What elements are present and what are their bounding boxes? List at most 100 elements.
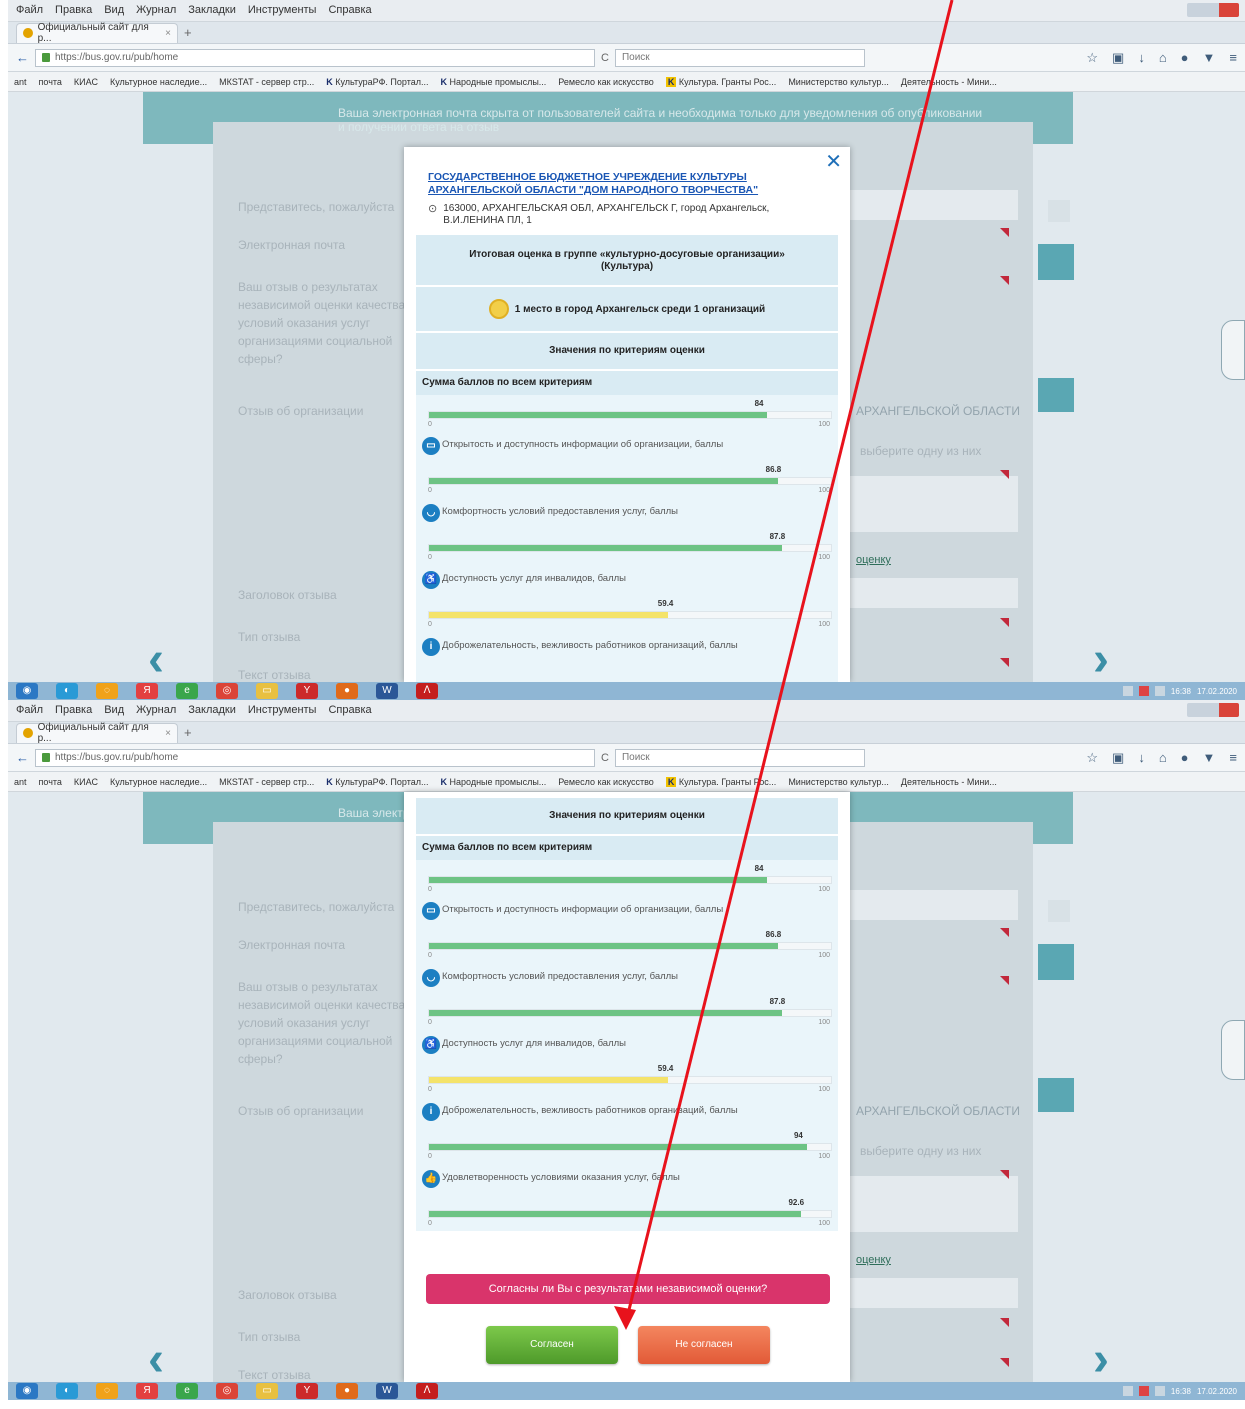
side-widget-icon[interactable] (1221, 320, 1245, 380)
sync-icon[interactable]: ● (1181, 750, 1189, 766)
taskbar-app-icon[interactable]: ◌ (96, 683, 118, 699)
bookmark[interactable]: Культурное наследие... (110, 777, 207, 787)
close-tab-icon[interactable]: × (165, 28, 171, 39)
menu-icon[interactable]: ≡ (1229, 50, 1237, 66)
yandex-browser-icon[interactable]: Y (296, 683, 318, 699)
menu-edit[interactable]: Правка (55, 4, 92, 17)
back-icon[interactable]: ← (16, 750, 29, 765)
back-icon[interactable]: ← (16, 50, 29, 65)
home-icon[interactable]: ⌂ (1159, 750, 1167, 766)
close-tab-icon[interactable]: × (165, 728, 171, 739)
bookmark[interactable]: K Культура. Гранты Рос... (665, 76, 776, 87)
reload-icon[interactable]: C (601, 752, 609, 764)
bookmark[interactable]: K Народные промыслы... (441, 777, 547, 787)
menu-view[interactable]: Вид (104, 704, 124, 717)
menu-tools[interactable]: Инструменты (248, 704, 317, 717)
menu-help[interactable]: Справка (328, 704, 371, 717)
tray-icon[interactable] (1138, 686, 1149, 696)
download-icon[interactable]: ↓ (1138, 750, 1145, 766)
firefox-icon[interactable]: ● (336, 683, 358, 699)
bookmark[interactable]: Деятельность - Мини... (901, 777, 997, 787)
yandex-icon[interactable]: Я (136, 1383, 158, 1399)
agree-button[interactable]: Согласен (486, 1326, 618, 1364)
bookmark[interactable]: Ремесло как искусство (558, 77, 654, 87)
start-icon[interactable]: ◉ (16, 1383, 38, 1399)
bookmark[interactable]: почта (39, 777, 62, 787)
side-widget-icon[interactable] (1221, 1020, 1245, 1080)
address-bar[interactable]: https://bus.gov.ru/pub/home (35, 48, 595, 67)
star-icon[interactable]: ☆ (1086, 50, 1098, 66)
sync-icon[interactable]: ● (1181, 50, 1189, 66)
org-select-value[interactable]: АРХАНГЕЛЬСКОЙ ОБЛАСТИ (856, 404, 1020, 418)
folder-icon[interactable]: ▭ (256, 1383, 278, 1399)
menu-tools[interactable]: Инструменты (248, 4, 317, 17)
window-controls[interactable] (1187, 3, 1239, 17)
firefox-icon[interactable]: ● (336, 1383, 358, 1399)
bookmark[interactable]: Культурное наследие... (110, 77, 207, 87)
org-select-value[interactable]: АРХАНГЕЛЬСКОЙ ОБЛАСТИ (856, 1104, 1020, 1118)
bookmark[interactable]: Министерство культур... (788, 777, 889, 787)
home-icon[interactable]: ⌂ (1159, 50, 1167, 66)
bookmark[interactable]: КИАС (74, 777, 98, 787)
bookmark[interactable]: K КультураРФ. Портал... (326, 777, 428, 787)
menu-history[interactable]: Журнал (136, 4, 176, 17)
clipboard-icon[interactable]: ▣ (1112, 750, 1124, 766)
new-tab-button[interactable]: + (184, 25, 192, 40)
clipboard-icon[interactable]: ▣ (1112, 50, 1124, 66)
menu-history[interactable]: Журнал (136, 704, 176, 717)
menu-bookmarks[interactable]: Закладки (188, 704, 236, 717)
pdf-icon[interactable]: ᐱ (416, 1383, 438, 1399)
name-field[interactable] (846, 890, 1018, 920)
bookmark[interactable]: ant (14, 777, 27, 787)
chrome-icon[interactable]: ◎ (216, 1383, 238, 1399)
tray-icon[interactable] (1122, 1386, 1133, 1396)
menu-edit[interactable]: Правка (55, 704, 92, 717)
bookmark[interactable]: K Народные промыслы... (441, 77, 547, 87)
download-icon[interactable]: ↓ (1138, 50, 1145, 66)
folder-icon[interactable]: ▭ (256, 683, 278, 699)
bookmark[interactable]: Министерство культур... (788, 77, 889, 87)
star-icon[interactable]: ☆ (1086, 750, 1098, 766)
name-field[interactable] (846, 190, 1018, 220)
menu-file[interactable]: Файл (16, 704, 43, 717)
bookmark[interactable]: КИАС (74, 77, 98, 87)
bookmark[interactable]: K Культура. Гранты Рос... (665, 776, 776, 787)
dropdown-icon[interactable] (1048, 200, 1070, 222)
opinion-field[interactable] (846, 1176, 1018, 1232)
start-icon[interactable]: ◉ (16, 683, 38, 699)
pdf-icon[interactable]: ᐱ (416, 683, 438, 699)
tray-icon[interactable] (1138, 1386, 1149, 1396)
close-icon[interactable]: ✕ (825, 149, 842, 174)
tray-icon[interactable] (1122, 686, 1133, 696)
menu-icon[interactable]: ≡ (1229, 750, 1237, 766)
bookmark[interactable]: МКSTAT - сервер стр... (219, 77, 314, 87)
search-input[interactable]: Поиск (614, 48, 865, 67)
prev-arrow-icon[interactable]: ‹ (148, 632, 164, 682)
rate-link[interactable]: оценку (856, 554, 891, 566)
menu-bookmarks[interactable]: Закладки (188, 4, 236, 17)
title-field[interactable] (846, 1278, 1018, 1308)
opinion-field[interactable] (846, 476, 1018, 532)
prev-arrow-icon[interactable]: ‹ (148, 1332, 164, 1382)
dropdown-icon[interactable] (1048, 900, 1070, 922)
ie-icon[interactable]: e (176, 1383, 198, 1399)
bookmark[interactable]: почта (39, 77, 62, 87)
word-icon[interactable]: W (376, 683, 398, 699)
title-field[interactable] (846, 578, 1018, 608)
bookmark[interactable]: Ремесло как искусство (558, 777, 654, 787)
yandex-browser-icon[interactable]: Y (296, 1383, 318, 1399)
reload-icon[interactable]: C (601, 52, 609, 64)
browser-tab[interactable]: Официальный сайт для р... × (16, 722, 178, 744)
tray-icon[interactable] (1154, 1386, 1165, 1396)
yandex-icon[interactable]: Я (136, 683, 158, 699)
taskbar-app-icon[interactable]: ◐ (56, 1383, 78, 1399)
tray-icon[interactable] (1154, 686, 1165, 696)
menu-view[interactable]: Вид (104, 4, 124, 17)
pocket-icon[interactable]: ▼ (1203, 50, 1216, 66)
next-arrow-icon[interactable]: › (1093, 1332, 1109, 1382)
menu-help[interactable]: Справка (328, 4, 371, 17)
word-icon[interactable]: W (376, 1383, 398, 1399)
rate-link[interactable]: оценку (856, 1254, 891, 1266)
browser-tab[interactable]: Официальный сайт для р... × (16, 22, 178, 44)
disagree-button[interactable]: Не согласен (638, 1326, 770, 1364)
